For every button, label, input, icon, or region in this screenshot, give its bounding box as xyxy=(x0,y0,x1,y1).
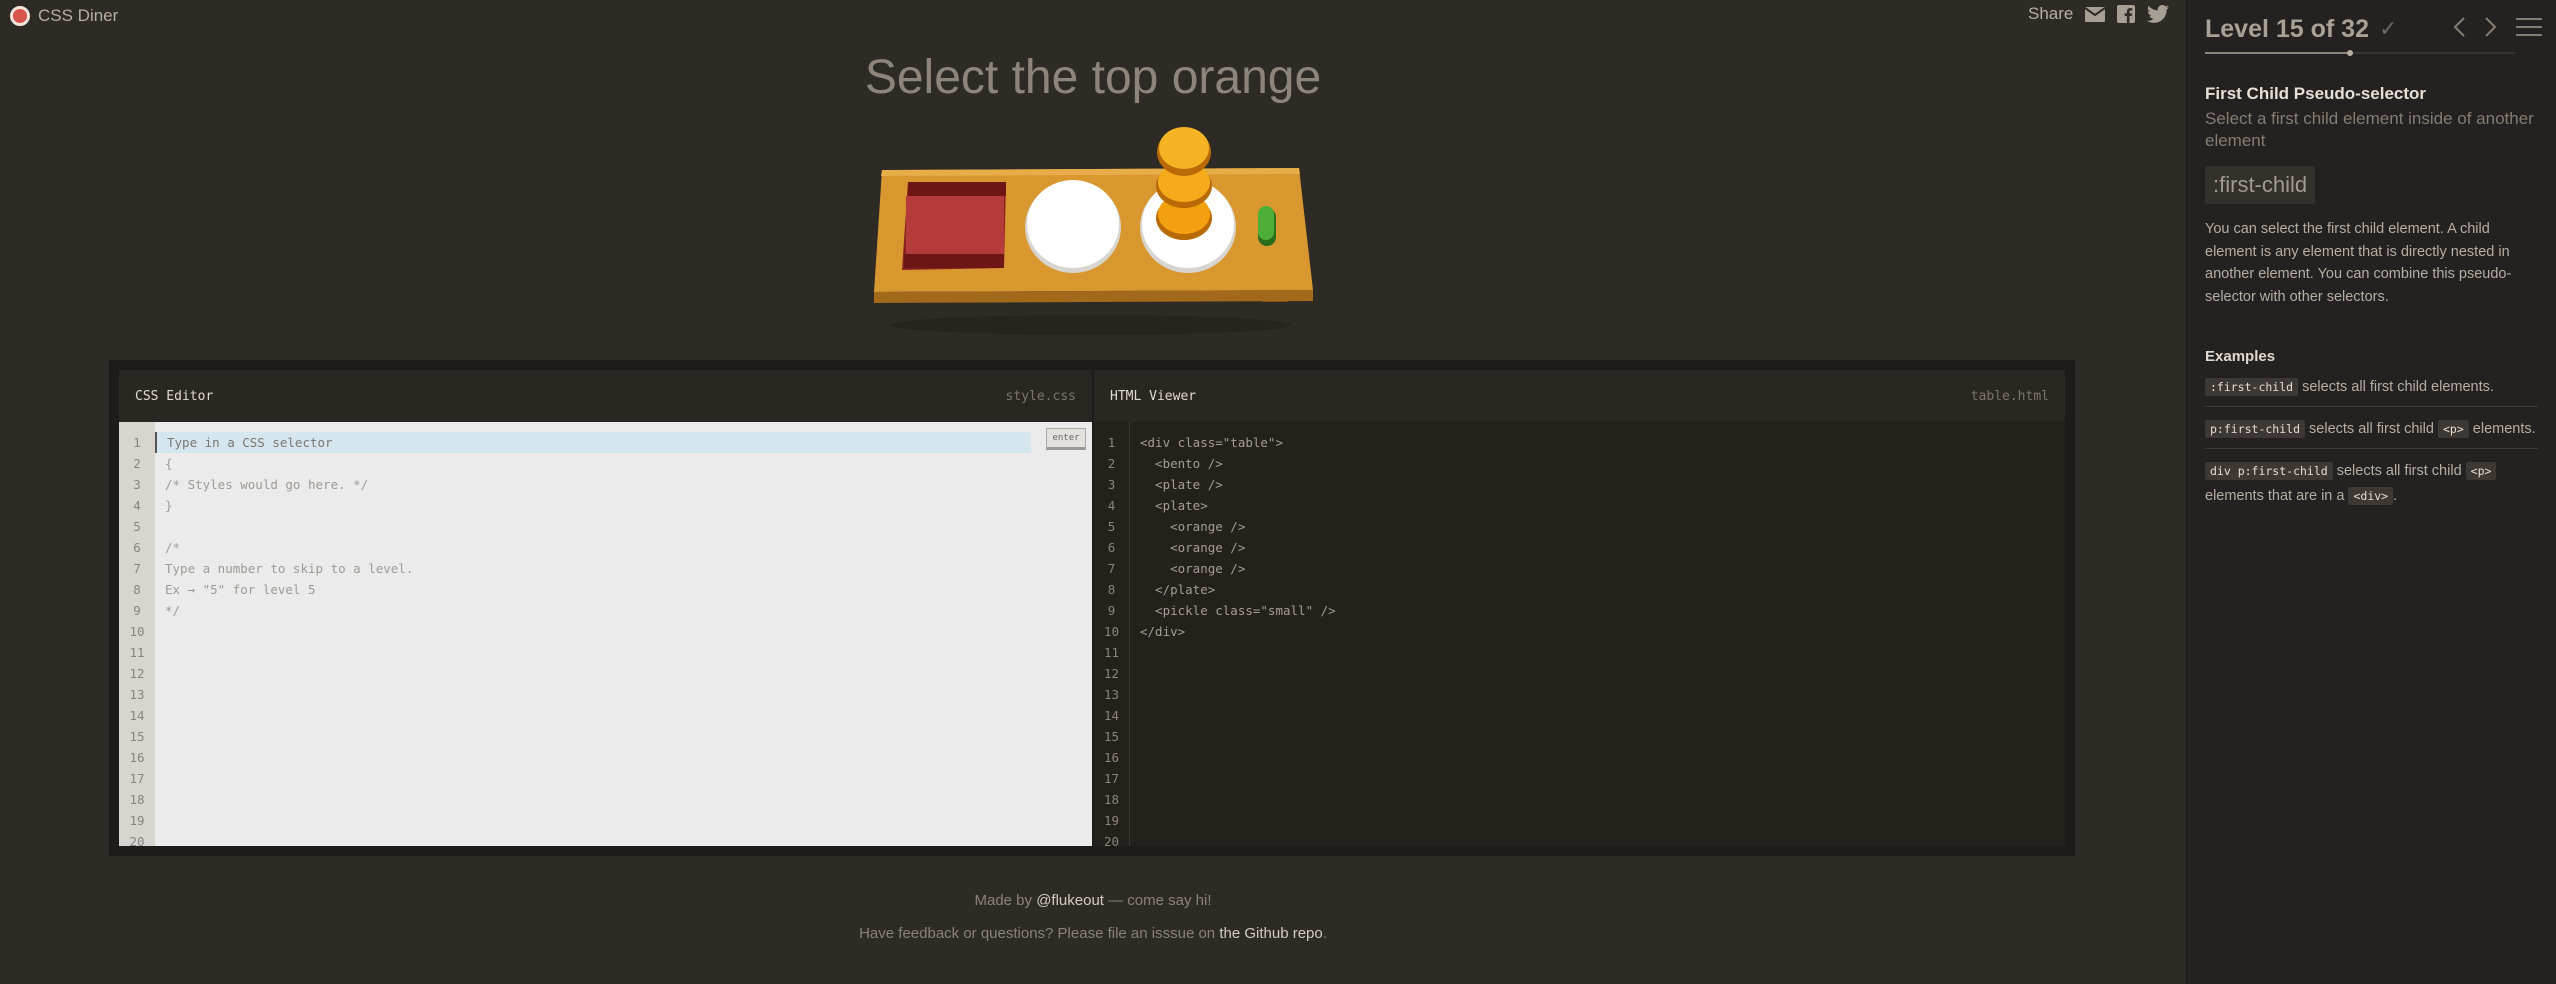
code-line: } xyxy=(165,498,173,513)
enter-button[interactable]: enter xyxy=(1046,428,1086,450)
level-title: Level 15 of 32 xyxy=(2205,14,2369,43)
github-repo-link[interactable]: the Github repo xyxy=(1219,925,1322,942)
editor-container: CSS Editor style.css 1 2 3 4 5 6 7 8 9 10 11 12 13 14… xyxy=(109,360,2075,856)
example-item: :first-child selects all first child ele… xyxy=(2205,375,2538,407)
table-scene xyxy=(866,120,1316,340)
html-viewer-filename: table.html xyxy=(1970,388,2049,404)
examples-heading: Examples xyxy=(2205,348,2276,365)
level-hint: You can select the first child element. … xyxy=(2205,221,2512,305)
css-editor: CSS Editor style.css 1 2 3 4 5 6 7 8 9 10 11 12 13 14… xyxy=(119,370,1092,849)
example-text: selects all first child xyxy=(2332,463,2466,479)
code-line: */ xyxy=(165,603,181,618)
markup-line-table-close[interactable]: </div> xyxy=(1140,621,2065,642)
code-line: Ex → "5" for level 5 xyxy=(165,582,316,597)
level-progress-bar xyxy=(2205,50,2515,56)
next-icon[interactable] xyxy=(2484,16,2498,43)
html-viewer: HTML Viewer table.html 1 2 3 4 5 6 7 8 9 10 11 12 13… xyxy=(1094,370,2065,849)
level-selector-syntax: :first-child xyxy=(2205,166,2316,204)
example-code: <div> xyxy=(2348,487,2394,505)
css-editor-filename: style.css xyxy=(1005,388,1076,404)
footer-feedback: Have feedback or questions? Please file … xyxy=(859,925,1327,942)
markup-line-orange[interactable]: <orange /> xyxy=(1140,537,2065,558)
html-viewer-header: HTML Viewer table.html xyxy=(1094,370,2065,422)
level-sidebar: Level 15 of 32 ✓ First Child Pseudo-sele… xyxy=(2186,0,2556,984)
pickle[interactable] xyxy=(1258,206,1276,246)
example-text: . xyxy=(2393,488,2398,504)
level-heading: First Child Pseudo-selector xyxy=(2205,84,2427,103)
markup-line-orange[interactable]: <orange /> xyxy=(1140,516,2065,537)
markup-line-table[interactable]: <div class="table"> xyxy=(1140,432,2065,453)
menu-icon[interactable] xyxy=(2516,17,2542,42)
css-editor-header: CSS Editor style.css xyxy=(119,370,1092,422)
html-viewer-title: HTML Viewer xyxy=(1110,388,1197,404)
markup-line-bento[interactable]: <bento /> xyxy=(1140,453,2065,474)
author-link[interactable]: @flukeout xyxy=(1036,892,1104,909)
instruction-title: Select the top orange xyxy=(864,51,1322,104)
example-text: elements. xyxy=(2468,421,2536,437)
example-text: elements that are in a xyxy=(2205,488,2349,504)
html-code: <div class="table"> <bento /> <plate /> … xyxy=(1130,422,2065,846)
css-line-numbers: 1 2 3 4 5 6 7 8 9 10 11 12 13 14 15 16 17 18 19 20 xyxy=(119,422,155,849)
markup-line-pickle[interactable]: <pickle class="small" /> xyxy=(1140,600,2065,621)
example-item: div p:first-child selects all first chil… xyxy=(2205,459,2538,515)
markup-line-plate[interactable]: <plate /> xyxy=(1140,474,2065,495)
app-logo[interactable]: CSS Diner xyxy=(10,6,118,26)
code-line: { xyxy=(165,456,173,471)
example-item: p:first-child selects all first child <p… xyxy=(2205,417,2538,449)
example-text: selects all first child xyxy=(2305,421,2438,437)
logo-icon xyxy=(10,6,30,26)
example-code: div p:first-child xyxy=(2205,462,2333,480)
example-code: :first-child xyxy=(2205,378,2299,396)
css-editor-title: CSS Editor xyxy=(135,388,214,404)
level-subheading: Select a first child element inside of a… xyxy=(2205,109,2534,150)
example-code: <p> xyxy=(2437,420,2469,438)
prev-icon[interactable] xyxy=(2452,16,2466,43)
level-header: Level 15 of 32 ✓ xyxy=(2205,14,2542,44)
check-icon: ✓ xyxy=(2378,16,2398,41)
example-code: <p> xyxy=(2465,462,2497,480)
mail-icon[interactable] xyxy=(2085,6,2106,22)
markup-line-plate[interactable]: <plate> xyxy=(1140,495,2065,516)
html-line-numbers: 1 2 3 4 5 6 7 8 9 10 11 12 13 14 15 16 17 18 19 20 xyxy=(1094,422,1130,849)
markup-line-orange[interactable]: <orange /> xyxy=(1140,558,2065,579)
share-label: Share xyxy=(2028,4,2074,23)
share-bar: Share xyxy=(2028,4,2170,24)
level-description: First Child Pseudo-selector Select a fir… xyxy=(2205,84,2538,515)
orange-top[interactable] xyxy=(1157,127,1211,176)
css-code: { /* Styles would go here. */ } /* Type … xyxy=(155,422,1092,846)
code-line: Type a number to skip to a level. xyxy=(165,561,414,576)
code-line: /* xyxy=(165,540,181,555)
example-code: p:first-child xyxy=(2205,420,2306,438)
examples-list: :first-child selects all first child ele… xyxy=(2205,375,2538,515)
css-input-line[interactable] xyxy=(155,432,1031,453)
app-title: CSS Diner xyxy=(38,6,119,25)
css-selector-input[interactable] xyxy=(167,435,1031,450)
twitter-icon[interactable] xyxy=(2147,5,2170,23)
bento[interactable] xyxy=(902,182,1006,270)
progress-knob xyxy=(2347,50,2354,56)
facebook-icon[interactable] xyxy=(2117,5,2136,23)
code-line: /* Styles would go here. */ xyxy=(165,477,369,492)
example-text: selects all first child elements. xyxy=(2298,379,2494,395)
footer-credit: Made by @flukeout — come say hi! xyxy=(974,892,1212,909)
plate[interactable] xyxy=(1025,180,1121,273)
markup-line-plate-close[interactable]: </plate> xyxy=(1140,579,2065,600)
